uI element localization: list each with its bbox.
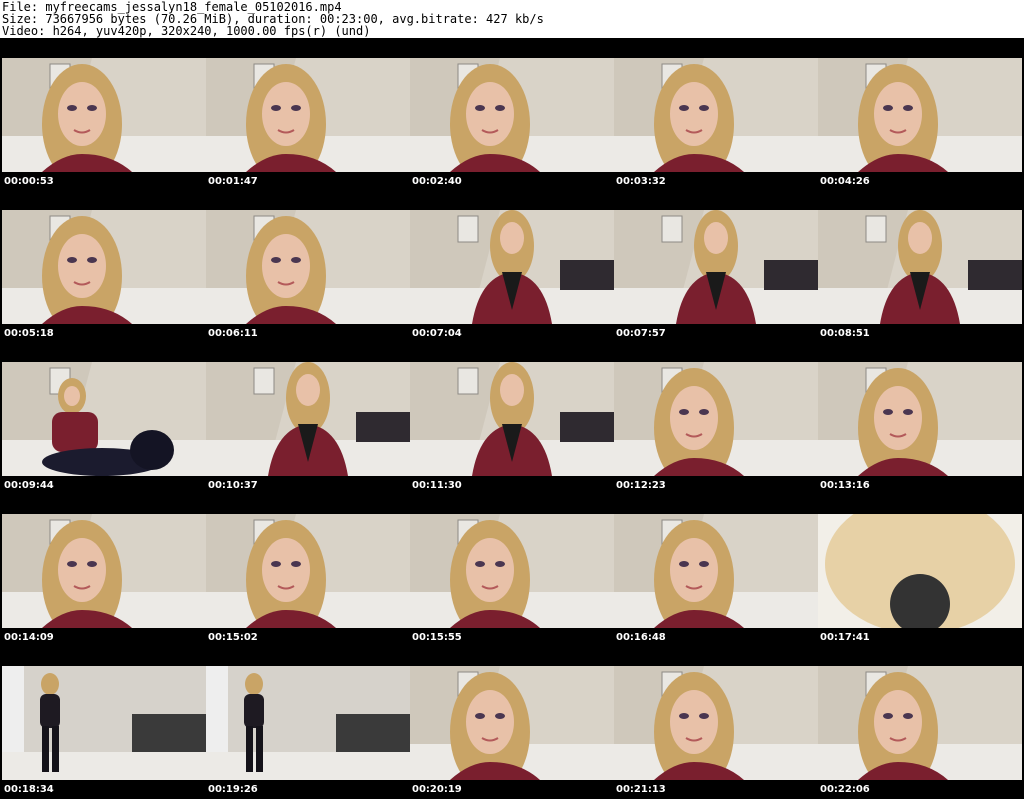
thumbnail-image [206, 362, 410, 476]
thumbnail-timestamp: 00:04:26 [820, 176, 870, 187]
thumbnail-timestamp: 00:11:30 [412, 480, 462, 491]
thumbnail-cell: 00:13:16 [818, 342, 1022, 494]
thumbnail-image [2, 362, 206, 476]
thumbnail-timestamp: 00:03:32 [616, 176, 666, 187]
thumbnail-cell: 00:12:23 [614, 342, 818, 494]
thumbnail-cell: 00:21:13 [614, 646, 818, 798]
thumbnail-timestamp: 00:07:04 [412, 328, 462, 339]
thumbnail-image [206, 210, 410, 324]
thumbnail-cell: 00:22:06 [818, 646, 1022, 798]
thumbnail-timestamp: 00:20:19 [412, 784, 462, 795]
video-info-line: Video: h264, yuv420p, 320x240, 1000.00 f… [2, 24, 371, 38]
thumbnail-cell: 00:20:19 [410, 646, 614, 798]
thumbnail-image [818, 58, 1022, 172]
thumbnail-image [410, 362, 614, 476]
thumbnail-image [614, 210, 818, 324]
thumbnail-timestamp: 00:12:23 [616, 480, 666, 491]
thumbnail-cell: 00:04:26 [818, 38, 1022, 190]
thumbnail-cell: 00:18:34 [2, 646, 206, 798]
thumbnail-cell: 00:19:26 [206, 646, 410, 798]
thumbnail-cell: 00:08:51 [818, 190, 1022, 342]
thumbnail-timestamp: 00:09:44 [4, 480, 54, 491]
thumbnail-timestamp: 00:18:34 [4, 784, 54, 795]
thumbnail-cell: 00:07:57 [614, 190, 818, 342]
thumbnail-cell: 00:06:11 [206, 190, 410, 342]
thumbnail-cell: 00:07:04 [410, 190, 614, 342]
thumbnail-timestamp: 00:01:47 [208, 176, 258, 187]
thumbnail-timestamp: 00:13:16 [820, 480, 870, 491]
thumbnail-cell: 00:17:41 [818, 494, 1022, 646]
thumbnail-timestamp: 00:21:13 [616, 784, 666, 795]
thumbnail-image [614, 362, 818, 476]
thumbnail-cell: 00:15:02 [206, 494, 410, 646]
thumbnail-image [206, 514, 410, 628]
thumbnail-timestamp: 00:15:02 [208, 632, 258, 643]
thumbnail-timestamp: 00:07:57 [616, 328, 666, 339]
thumbnail-image [818, 210, 1022, 324]
thumbnail-cell: 00:16:48 [614, 494, 818, 646]
thumbnail-image [2, 666, 206, 780]
thumbnail-image [818, 362, 1022, 476]
thumbnail-image [410, 58, 614, 172]
thumbnail-image [2, 514, 206, 628]
info-header: File: myfreecams_jessalyn18_female_05102… [0, 0, 1024, 38]
thumbnail-cell: 00:02:40 [410, 38, 614, 190]
thumbnail-cell: 00:15:55 [410, 494, 614, 646]
thumbnail-timestamp: 00:16:48 [616, 632, 666, 643]
thumbnail-timestamp: 00:06:11 [208, 328, 258, 339]
thumbnail-timestamp: 00:10:37 [208, 480, 258, 491]
thumbnail-image [614, 666, 818, 780]
thumbnail-image [614, 514, 818, 628]
thumbnail-timestamp: 00:22:06 [820, 784, 870, 795]
thumbnail-cell: 00:14:09 [2, 494, 206, 646]
thumbnail-image [614, 58, 818, 172]
thumbnail-timestamp: 00:08:51 [820, 328, 870, 339]
thumbnail-timestamp: 00:14:09 [4, 632, 54, 643]
thumbnail-cell: 00:03:32 [614, 38, 818, 190]
thumbnail-image [206, 666, 410, 780]
thumbnail-image [410, 210, 614, 324]
thumbnail-cell: 00:11:30 [410, 342, 614, 494]
thumbnail-cell: 00:01:47 [206, 38, 410, 190]
thumbnail-timestamp: 00:05:18 [4, 328, 54, 339]
thumbnail-timestamp: 00:19:26 [208, 784, 258, 795]
thumbnail-image [818, 666, 1022, 780]
thumbnail-image [2, 58, 206, 172]
thumbnail-image [818, 514, 1022, 628]
thumbnail-image [206, 58, 410, 172]
thumbnail-grid: 00:00:53 00:01:47 00:02:40 00:03:32 00:0… [0, 38, 1024, 799]
thumbnail-image [410, 514, 614, 628]
thumbnail-cell: 00:10:37 [206, 342, 410, 494]
thumbnail-cell: 00:09:44 [2, 342, 206, 494]
thumbnail-timestamp: 00:15:55 [412, 632, 462, 643]
thumbnail-timestamp: 00:17:41 [820, 632, 870, 643]
thumbnail-image [410, 666, 614, 780]
thumbnail-cell: 00:00:53 [2, 38, 206, 190]
thumbnail-cell: 00:05:18 [2, 190, 206, 342]
thumbnail-timestamp: 00:02:40 [412, 176, 462, 187]
thumbnail-image [2, 210, 206, 324]
thumbnail-timestamp: 00:00:53 [4, 176, 54, 187]
